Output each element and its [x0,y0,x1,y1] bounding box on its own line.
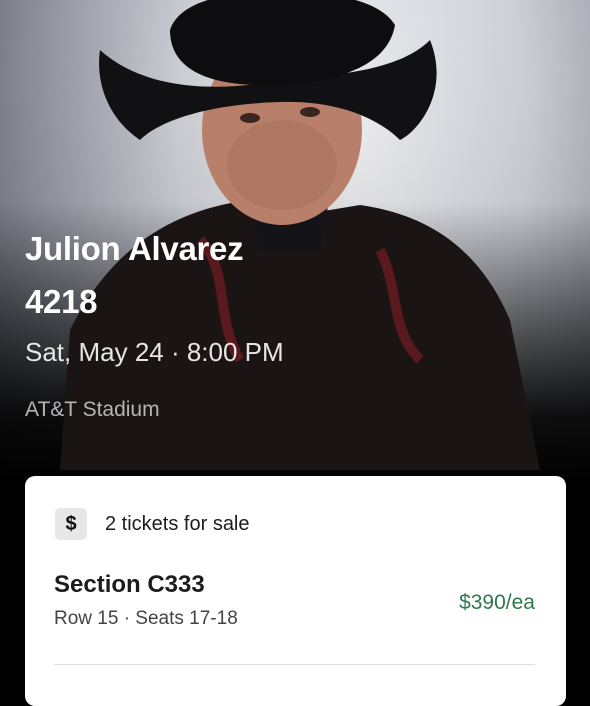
event-title: Julion Alvarez 4218 [25,222,244,328]
event-datetime: Sat, May 24 · 8:00 PM [25,337,284,367]
event-venue[interactable]: AT&T Stadium [25,396,160,424]
row-seats-label: Row 15 · Seats 17-18 [54,608,238,629]
tickets-for-sale-label: 2 tickets for sale [105,512,250,535]
event-title-line1: Julion Alvarez [25,230,244,267]
event-title-line2: 4218 [25,283,98,320]
section-label: Section C333 [54,571,205,598]
dollar-icon: $ [55,508,87,540]
ticket-listing-card[interactable]: $ 2 tickets for sale Section C333 Row 15… [25,476,566,706]
tickets-for-sale-row: $ 2 tickets for sale [55,508,250,540]
divider [54,664,535,665]
ticket-price: $390/ea [459,591,535,614]
